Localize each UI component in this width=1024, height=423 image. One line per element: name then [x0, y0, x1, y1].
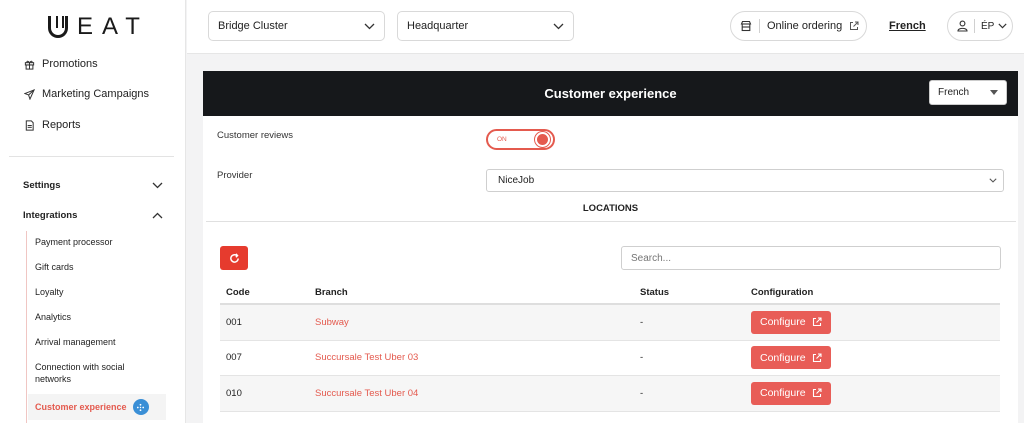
branch-link[interactable]: Succursale Test Uber 04: [315, 388, 418, 399]
user-initials: ÉP: [981, 20, 995, 32]
panel-language-value: French: [938, 87, 970, 98]
table-body: 001 Subway - Configure 007 Succursale Te…: [220, 305, 1000, 412]
toggle-knob: [535, 132, 550, 147]
sidebar-subitem-payment-processor[interactable]: Payment processor: [35, 236, 113, 248]
send-icon: [23, 88, 35, 100]
column-header-configuration: Configuration: [751, 286, 814, 298]
pill-separator: [759, 19, 760, 33]
user-menu-button[interactable]: ÉP: [947, 11, 1013, 41]
sidebar-subitem-gift-cards[interactable]: Gift cards: [35, 261, 74, 273]
logo-text: EAT: [77, 13, 149, 40]
sidebar-item-reports[interactable]: Reports: [23, 119, 81, 131]
location-select[interactable]: Headquarter: [397, 11, 574, 41]
row-status: -: [640, 316, 644, 328]
online-ordering-label: Online ordering: [767, 20, 843, 32]
panel-header: Customer experience French: [203, 71, 1018, 116]
row-code: 007: [226, 352, 242, 364]
sparkle-badge-icon: [132, 399, 149, 415]
brand-logo[interactable]: EAT: [48, 13, 149, 41]
column-header-code[interactable]: Code: [220, 287, 315, 298]
external-link-icon: [812, 317, 822, 327]
panel-language-select[interactable]: French: [929, 80, 1007, 105]
sidebar-section-settings[interactable]: Settings: [23, 180, 163, 191]
sidebar-subitem-label: Customer experience: [35, 402, 127, 412]
table-row: 007 Succursale Test Uber 03 - Configure: [220, 341, 1000, 376]
branch-link[interactable]: Subway: [315, 317, 349, 328]
row-status: -: [640, 387, 644, 399]
provider-select-value: NiceJob: [498, 175, 535, 186]
chevron-down-icon: [553, 23, 564, 29]
sidebar-item-label: Promotions: [42, 58, 98, 70]
chevron-down-icon: [989, 178, 997, 183]
cluster-select-value: Bridge Cluster: [218, 20, 288, 32]
location-select-value: Headquarter: [407, 20, 469, 32]
section-label: Settings: [23, 180, 61, 191]
refresh-icon: [229, 252, 239, 263]
chevron-down-icon: [152, 182, 163, 189]
logo-mark-icon: [48, 16, 68, 38]
refresh-button[interactable]: [220, 246, 248, 270]
sidebar-subitem-arrival-management[interactable]: Arrival management: [35, 336, 116, 348]
toggle-state-label: ON: [497, 136, 507, 143]
sidebar: EAT Promotions Marketing Campaigns Repor…: [0, 0, 186, 423]
customer-experience-panel: Customer experience French Customer revi…: [203, 71, 1018, 423]
document-icon: [23, 119, 35, 131]
locations-search-input[interactable]: [621, 246, 1001, 270]
sidebar-divider: [9, 156, 174, 157]
cluster-select[interactable]: Bridge Cluster: [208, 11, 385, 41]
section-label: Integrations: [23, 210, 78, 221]
user-icon: [957, 20, 968, 32]
row-status: -: [640, 352, 644, 364]
external-link-icon: [812, 353, 822, 362]
configure-button[interactable]: Configure: [751, 310, 831, 334]
customer-reviews-toggle[interactable]: ON: [486, 129, 555, 150]
table-row: 010 Succursale Test Uber 04 - Configure: [220, 376, 1000, 412]
customer-reviews-label: Customer reviews: [217, 130, 294, 141]
sidebar-subitem-loyalty[interactable]: Loyalty: [35, 286, 64, 298]
row-code: 001: [226, 316, 242, 328]
sidebar-section-integrations[interactable]: Integrations: [23, 210, 163, 221]
provider-select[interactable]: NiceJob: [486, 169, 1004, 192]
language-link[interactable]: French: [889, 20, 926, 32]
provider-label: Provider: [217, 170, 253, 181]
sidebar-item-label: Marketing Campaigns: [42, 88, 149, 100]
online-ordering-button[interactable]: Online ordering: [730, 11, 867, 41]
sidebar-subitem-customer-experience[interactable]: Customer experience: [28, 394, 166, 420]
external-link-icon: [812, 388, 822, 398]
sidebar-subitem-analytics[interactable]: Analytics: [35, 311, 71, 323]
top-bar: Bridge Cluster Headquarter Online orderi…: [187, 0, 1024, 54]
configure-button[interactable]: Configure: [751, 346, 831, 370]
sidebar-subitem-social-networks[interactable]: Connection with social networks: [35, 361, 145, 385]
locations-title: LOCATIONS: [582, 203, 639, 214]
table-row: 001 Subway - Configure: [220, 305, 1000, 341]
store-icon: [740, 20, 752, 32]
submenu-guide-line: [26, 231, 27, 423]
pill-separator: [974, 19, 975, 33]
branch-link[interactable]: Succursale Test Uber 03: [315, 352, 418, 363]
gift-icon: [23, 58, 35, 70]
sidebar-item-label: Reports: [42, 119, 81, 131]
table-header-row: Code Branch Status Configuration: [220, 281, 1000, 305]
locations-divider: [206, 221, 1016, 222]
chevron-down-icon: [998, 23, 1007, 29]
configure-label: Configure: [760, 316, 806, 329]
sidebar-item-marketing-campaigns[interactable]: Marketing Campaigns: [23, 88, 149, 100]
configure-label: Configure: [760, 387, 806, 400]
configure-label: Configure: [760, 351, 806, 364]
column-header-status[interactable]: Status: [640, 287, 751, 298]
chevron-down-icon: [990, 90, 998, 95]
external-link-icon: [850, 21, 859, 30]
locations-table: Code Branch Status Configuration 001 Sub…: [220, 281, 1000, 412]
chevron-down-icon: [364, 23, 375, 29]
column-header-branch[interactable]: Branch: [315, 287, 640, 298]
panel-title: Customer experience: [544, 86, 677, 101]
sidebar-item-promotions[interactable]: Promotions: [23, 58, 98, 70]
configure-button[interactable]: Configure: [751, 381, 831, 405]
chevron-up-icon: [152, 212, 163, 219]
row-code: 010: [226, 387, 242, 399]
